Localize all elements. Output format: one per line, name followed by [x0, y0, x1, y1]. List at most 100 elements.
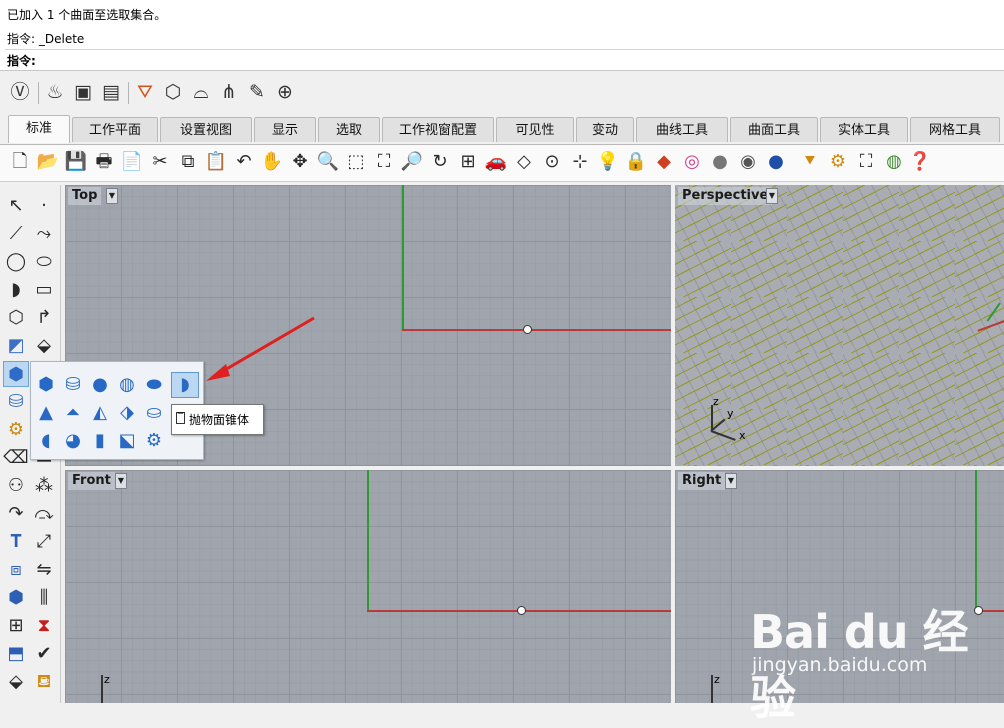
- origin-point[interactable]: [523, 325, 532, 334]
- print-icon[interactable]: 🖶: [92, 150, 116, 174]
- tab-mesh-tools[interactable]: 网格工具: [910, 117, 1000, 142]
- arc-icon[interactable]: ◗: [3, 277, 29, 303]
- move-view-icon[interactable]: ✥: [288, 150, 312, 174]
- grid-array-icon[interactable]: ⊞: [3, 613, 29, 639]
- curve-icon[interactable]: ⤳: [31, 221, 57, 247]
- layer-icon[interactable]: ◆: [652, 150, 676, 174]
- paraboloid-cone-icon[interactable]: ◗: [171, 372, 199, 398]
- history-icon[interactable]: ⧗: [31, 613, 57, 639]
- tab-curve-tools[interactable]: 曲线工具: [636, 117, 728, 142]
- material-sphere-icon[interactable]: ●: [764, 150, 788, 174]
- viewport-top-title[interactable]: Top: [68, 187, 102, 205]
- origin-point[interactable]: [517, 606, 526, 615]
- viewport-front-title[interactable]: Front: [68, 472, 115, 490]
- new-file-icon[interactable]: 🗋: [8, 150, 32, 174]
- zoom-extents-icon[interactable]: ⛶: [372, 150, 396, 174]
- tab-viewport-layout[interactable]: 工作视窗配置: [382, 117, 494, 142]
- viewport-right-dropdown[interactable]: ▼: [725, 473, 737, 489]
- select-arrow-icon[interactable]: ↖: [3, 193, 29, 219]
- viewport-perspective-dropdown[interactable]: ▼: [766, 188, 778, 204]
- vector-icon[interactable]: ⊹: [568, 150, 592, 174]
- wedge-icon[interactable]: ⬗: [115, 401, 139, 425]
- ellipse-icon[interactable]: ⬭: [31, 249, 57, 275]
- ellipsoid-icon[interactable]: ⬬: [142, 373, 166, 397]
- color-wheel-icon[interactable]: ◎: [680, 150, 704, 174]
- dimension-icon[interactable]: ⤢: [31, 529, 57, 555]
- help-icon[interactable]: ❓: [908, 150, 932, 174]
- sweep-icon[interactable]: ⬙: [3, 669, 29, 695]
- sphere-solid-icon[interactable]: ●: [88, 373, 112, 397]
- paint-icon[interactable]: ⌫: [3, 445, 29, 471]
- tab-standard[interactable]: 标准: [8, 115, 70, 143]
- torus-half-icon[interactable]: ◖: [34, 429, 58, 453]
- viewport-front-dropdown[interactable]: ▼: [115, 473, 127, 489]
- zoom-window-icon[interactable]: ⬚: [344, 150, 368, 174]
- viewport-top-dropdown[interactable]: ▼: [106, 188, 118, 204]
- pyramid-icon[interactable]: ◭: [88, 401, 112, 425]
- rhino-logo-icon[interactable]: Ⓥ: [8, 80, 32, 104]
- tag-icon[interactable]: ✎: [245, 80, 269, 104]
- tab-solid-tools[interactable]: 实体工具: [820, 117, 908, 142]
- tab-display[interactable]: 显示: [254, 117, 316, 142]
- polyline-icon[interactable]: ⟋: [3, 221, 29, 247]
- save-icon[interactable]: 💾: [64, 150, 88, 174]
- truncated-cone-icon[interactable]: ⏶: [61, 401, 85, 425]
- open-folder-icon[interactable]: 📂: [36, 150, 60, 174]
- light-bulb-icon[interactable]: 💡: [596, 150, 620, 174]
- tab-cplanes[interactable]: 工作平面: [72, 117, 158, 142]
- render-sphere-icon[interactable]: ●: [708, 150, 732, 174]
- target-point-icon[interactable]: ⊙: [540, 150, 564, 174]
- undo-icon[interactable]: ↶: [232, 150, 256, 174]
- gear-icon[interactable]: ⚙: [826, 150, 850, 174]
- export-icon[interactable]: 📄: [120, 150, 144, 174]
- grass-icon[interactable]: ⋔: [217, 80, 241, 104]
- check-icon[interactable]: ✔: [31, 641, 57, 667]
- options-icon[interactable]: ⯆: [798, 150, 822, 174]
- paint-bucket-icon[interactable]: ⛾: [31, 669, 57, 695]
- fillet-icon[interactable]: ↱: [31, 305, 57, 331]
- tab-set-view[interactable]: 设置视图: [160, 117, 252, 142]
- car-icon[interactable]: 🚗: [484, 150, 508, 174]
- mesh-icon[interactable]: ⌓: [189, 80, 213, 104]
- tab-surface-tools[interactable]: 曲面工具: [730, 117, 818, 142]
- shaded-sphere-icon[interactable]: ◉: [736, 150, 760, 174]
- points-cloud-icon[interactable]: ⁂: [31, 473, 57, 499]
- tab-visibility[interactable]: 可见性: [496, 117, 574, 142]
- globe-icon[interactable]: ◍: [882, 150, 906, 174]
- cylinder-solid-icon[interactable]: ⛁: [61, 373, 85, 397]
- zoom-selected-icon[interactable]: 🔎: [400, 150, 424, 174]
- solid-gears-icon[interactable]: ⚙: [142, 429, 166, 453]
- funnel-icon[interactable]: ⛛: [133, 80, 157, 104]
- point-icon[interactable]: ·: [31, 193, 57, 219]
- grips-icon[interactable]: ⛶: [854, 150, 878, 174]
- split-icon[interactable]: ↷: [3, 501, 29, 527]
- polygon-icon[interactable]: ⬡: [3, 305, 29, 331]
- tube-icon[interactable]: ⛀: [142, 401, 166, 425]
- box-solid-icon[interactable]: ⬢: [34, 373, 58, 397]
- solid-box-icon[interactable]: ⬢: [3, 361, 29, 387]
- boolean-icon[interactable]: ⚇: [3, 473, 29, 499]
- four-view-icon[interactable]: ⊞: [456, 150, 480, 174]
- copy-icon[interactable]: ⧉: [176, 150, 200, 174]
- sphere-options-icon[interactable]: ◍: [115, 373, 139, 397]
- viewport-front[interactable]: Front ▼ z: [65, 470, 671, 703]
- text-icon[interactable]: 𝐓: [3, 529, 29, 555]
- cut-icon[interactable]: ✂: [148, 150, 172, 174]
- pan-hand-icon[interactable]: ✋: [260, 150, 284, 174]
- toolbar-window-icon[interactable]: ▤: [99, 80, 123, 104]
- block-icon[interactable]: ⧈: [3, 557, 29, 583]
- viewport-perspective[interactable]: Perspective ▼ z y x: [675, 185, 1004, 466]
- tab-select[interactable]: 选取: [318, 117, 380, 142]
- rotate-view-icon[interactable]: ↻: [428, 150, 452, 174]
- cone-solid-icon[interactable]: ▲: [34, 401, 58, 425]
- viewport-perspective-title[interactable]: Perspective: [678, 187, 773, 205]
- viewport-right-title[interactable]: Right: [678, 472, 726, 490]
- pipe-icon[interactable]: ◕: [61, 429, 85, 453]
- surface-icon[interactable]: ◩: [3, 333, 29, 359]
- extrude-solid-icon[interactable]: ▮: [88, 429, 112, 453]
- lock-icon[interactable]: 🔒: [624, 150, 648, 174]
- paste-icon[interactable]: 📋: [204, 150, 228, 174]
- circle-icon[interactable]: ◯: [3, 249, 29, 275]
- hide-icon[interactable]: ◇: [512, 150, 536, 174]
- array-icon[interactable]: ⫼: [31, 585, 57, 611]
